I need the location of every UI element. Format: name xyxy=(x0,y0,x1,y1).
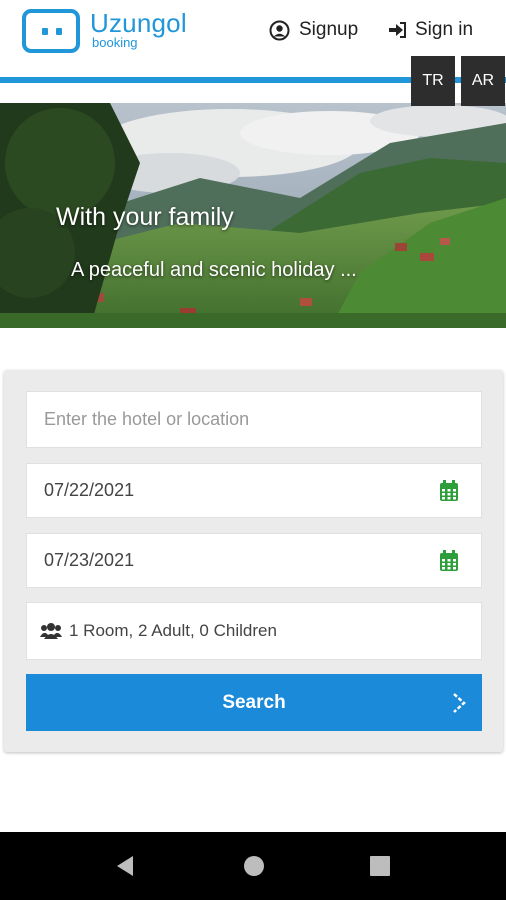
chevron-right-icon xyxy=(453,692,466,713)
language-tr-button[interactable]: TR xyxy=(411,56,455,106)
calendar-icon[interactable] xyxy=(439,479,459,502)
guests-selector[interactable]: 1 Room, 2 Adult, 0 Children xyxy=(26,602,482,660)
users-icon xyxy=(40,623,62,639)
checkout-date-field[interactable]: 07/23/2021 xyxy=(26,533,482,588)
checkin-date-value: 07/22/2021 xyxy=(44,480,135,500)
calendar-icon[interactable] xyxy=(439,549,459,572)
logo-icon[interactable] xyxy=(22,9,80,53)
search-button-label: Search xyxy=(222,691,286,713)
recents-icon xyxy=(370,856,390,876)
user-circle-icon xyxy=(269,20,290,40)
search-button[interactable]: Search xyxy=(26,674,482,731)
home-icon xyxy=(244,856,264,876)
language-ar-button[interactable]: AR xyxy=(461,56,505,106)
location-placeholder: Enter the hotel or location xyxy=(44,409,250,429)
system-navigation-bar xyxy=(0,832,506,900)
signin-label: Sign in xyxy=(415,19,474,40)
brand-name[interactable]: Uzungol xyxy=(90,10,187,36)
hero-banner: With your family A peaceful and scenic h… xyxy=(0,103,506,328)
guests-summary: 1 Room, 2 Adult, 0 Children xyxy=(69,621,277,640)
back-icon xyxy=(117,856,133,876)
back-button[interactable] xyxy=(100,832,150,900)
signin-link[interactable]: Sign in xyxy=(388,18,473,42)
logo-eye-right xyxy=(56,28,62,35)
home-button[interactable] xyxy=(229,832,279,900)
location-input[interactable]: Enter the hotel or location xyxy=(26,391,482,448)
checkout-date-value: 07/23/2021 xyxy=(44,550,135,570)
signup-link[interactable]: Signup xyxy=(269,18,358,42)
hero-subtitle: A peaceful and scenic holiday ... xyxy=(71,259,357,281)
search-card: Enter the hotel or location 07/22/2021 0… xyxy=(4,370,503,752)
signup-label: Signup xyxy=(299,19,359,40)
brand-tagline: booking xyxy=(92,35,138,50)
hero-title: With your family xyxy=(56,203,234,231)
sign-in-icon xyxy=(389,22,406,38)
checkin-date-field[interactable]: 07/22/2021 xyxy=(26,463,482,518)
logo-eye-left xyxy=(42,28,48,35)
recents-button[interactable] xyxy=(355,832,405,900)
